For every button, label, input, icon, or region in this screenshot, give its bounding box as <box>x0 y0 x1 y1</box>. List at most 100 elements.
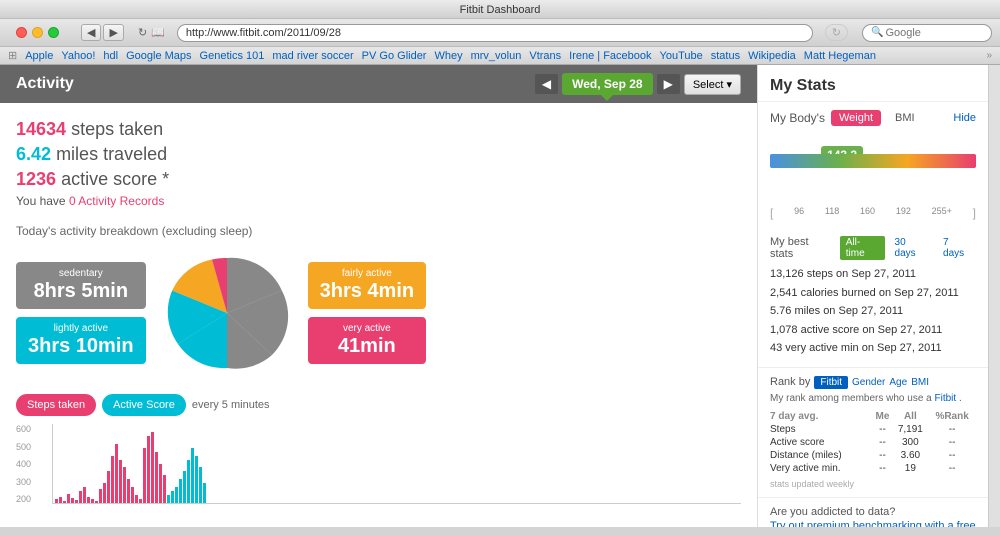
rank-age-tab[interactable]: Age <box>889 377 907 388</box>
best-stat-active: 43 very active min on Sep 27, 2011 <box>770 340 976 357</box>
select-button[interactable]: Select ▾ <box>684 74 741 95</box>
rank-by-label: Rank by <box>770 376 810 388</box>
refresh-icon[interactable]: ↻ <box>138 26 147 39</box>
chart-container: 600 500 400 300 200 <box>52 424 741 504</box>
bookmark-yahoo[interactable]: Yahoo! <box>61 50 95 62</box>
bar <box>127 479 130 503</box>
chart-label-600: 600 <box>16 424 31 434</box>
miles-label: miles traveled <box>56 144 167 164</box>
bar-teal <box>167 495 170 503</box>
bookmark-wikipedia[interactable]: Wikipedia <box>748 50 796 62</box>
lightly-value: 3hrs 10min <box>28 334 134 358</box>
address-bar[interactable]: http://www.fitbit.com/2011/09/28 <box>177 24 813 42</box>
bookmarks-more[interactable]: » <box>986 50 992 61</box>
left-legends: sedentary 8hrs 5min lightly active 3hrs … <box>16 262 146 364</box>
bar <box>87 497 90 503</box>
bookmark-matt[interactable]: Matt Hegeman <box>804 50 876 62</box>
bookmark-mrv[interactable]: mrv_volun <box>471 50 522 62</box>
chart-interval: every 5 minutes <box>192 399 270 411</box>
premium-link[interactable]: Try out premium benchmarking with a free… <box>770 520 976 528</box>
search-icon: 🔍 <box>871 27 883 38</box>
bookmark-status[interactable]: status <box>711 50 740 62</box>
my-bodys-label: My Body's <box>770 111 825 125</box>
next-date-button[interactable]: ▶ <box>657 74 680 94</box>
30days-tab[interactable]: 30 days <box>891 236 933 260</box>
bookmark-vtrans[interactable]: Vtrans <box>529 50 561 62</box>
row-all: 3.60 <box>892 449 928 462</box>
bar-teal <box>191 448 194 503</box>
forward-button[interactable]: ▶ <box>103 24 123 41</box>
bookmark-hdl[interactable]: hdl <box>103 50 118 62</box>
rank-gender-tab[interactable]: Gender <box>852 377 885 388</box>
row-rank: -- <box>928 423 976 436</box>
bookmark-apple[interactable]: Apple <box>25 50 53 62</box>
steps-label: steps taken <box>71 119 163 139</box>
bar <box>95 501 98 503</box>
rank-fitbit-tab[interactable]: Fitbit <box>814 376 848 389</box>
row-all: 7,191 <box>892 423 928 436</box>
bar-teal <box>183 471 186 503</box>
sedentary-value: 8hrs 5min <box>28 279 134 303</box>
maximize-button[interactable] <box>48 27 59 38</box>
alltime-tab[interactable]: All-time <box>840 236 885 260</box>
lightly-title: lightly active <box>28 323 134 334</box>
bar <box>131 487 134 503</box>
bar <box>159 464 162 504</box>
addicted-text: Are you addicted to data? <box>770 506 976 518</box>
avg-header: 7 day avg. <box>770 410 873 423</box>
active-score-tab[interactable]: Active Score <box>102 394 186 416</box>
sedentary-legend: sedentary 8hrs 5min <box>16 262 146 309</box>
fitbit-link[interactable]: Fitbit <box>935 393 957 404</box>
bar <box>135 495 138 503</box>
row-me: -- <box>873 462 893 475</box>
chart-label-400: 400 <box>16 459 31 469</box>
steps-value: 14634 <box>16 119 66 139</box>
back-button[interactable]: ◀ <box>81 24 101 41</box>
bar <box>139 499 142 503</box>
prev-date-button[interactable]: ◀ <box>535 74 558 94</box>
activity-panel: Activity ◀ Wed, Sep 28 ▶ Select ▾ 14634 … <box>0 65 758 527</box>
bookmark-maps[interactable]: Google Maps <box>126 50 191 62</box>
bookmark-soccer[interactable]: mad river soccer <box>272 50 353 62</box>
scrollbar[interactable] <box>988 65 1000 527</box>
7days-tab[interactable]: 7 days <box>939 236 976 260</box>
stats-header: My Stats <box>758 65 988 102</box>
row-rank: -- <box>928 436 976 449</box>
gauge-label-255: 255+ <box>932 206 952 220</box>
chart-bars-area <box>52 424 741 504</box>
row-me: -- <box>873 436 893 449</box>
bookmark-pvgo[interactable]: PV Go Glider <box>362 50 427 62</box>
minimize-button[interactable] <box>32 27 43 38</box>
row-all: 300 <box>892 436 928 449</box>
fairly-value: 3hrs 4min <box>320 279 414 303</box>
bmi-tab[interactable]: BMI <box>887 110 923 126</box>
close-button[interactable] <box>16 27 27 38</box>
gauge-label-192: 192 <box>896 206 911 220</box>
bar <box>163 475 166 503</box>
refresh-icon2[interactable]: ↻ <box>825 24 848 41</box>
date-label: Wed, Sep 28 <box>572 77 642 91</box>
records-link[interactable]: 0 Activity Records <box>69 194 164 208</box>
row-me: -- <box>873 449 893 462</box>
weight-tab[interactable]: Weight <box>831 110 881 126</box>
bar-teal <box>171 491 174 503</box>
bar <box>107 471 110 503</box>
best-stats-label: My best stats <box>770 236 834 260</box>
bookmarks-bar: ⊞ Apple Yahoo! hdl Google Maps Genetics … <box>0 47 1000 65</box>
row-all: 19 <box>892 462 928 475</box>
stats-updated: stats updated weekly <box>770 479 976 489</box>
book-icon: 📖 <box>151 26 165 39</box>
search-bar[interactable]: 🔍 <box>862 24 992 42</box>
bar-teal <box>187 460 190 503</box>
hide-link[interactable]: Hide <box>953 112 976 124</box>
bookmark-irene[interactable]: Irene | Facebook <box>569 50 651 62</box>
rank-bmi-tab[interactable]: BMI <box>911 377 929 388</box>
bookmark-whey[interactable]: Whey <box>434 50 462 62</box>
bookmark-youtube[interactable]: YouTube <box>660 50 703 62</box>
row-label: Distance (miles) <box>770 449 873 462</box>
activity-title: Activity <box>16 75 74 93</box>
search-input[interactable] <box>885 27 975 39</box>
bookmark-genetics[interactable]: Genetics 101 <box>200 50 265 62</box>
steps-tab[interactable]: Steps taken <box>16 394 96 416</box>
bar <box>143 448 146 503</box>
